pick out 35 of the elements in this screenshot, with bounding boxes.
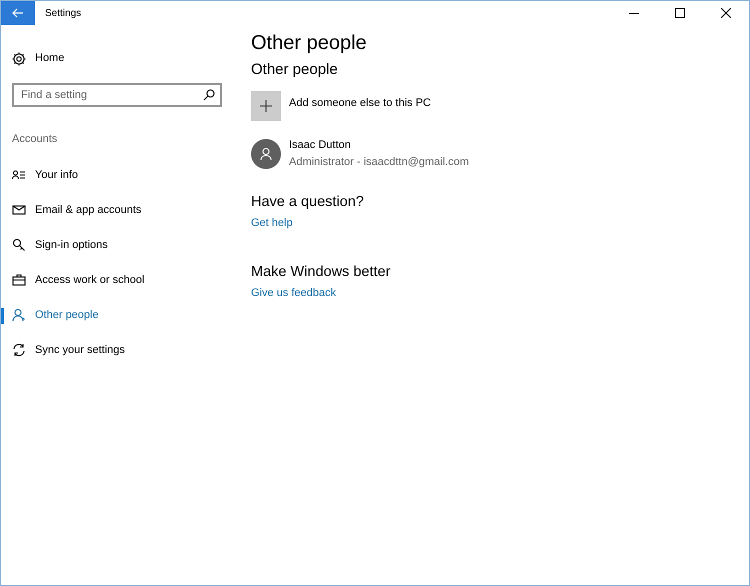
section-heading: Make Windows better — [251, 264, 392, 282]
sidebar-item[interactable]: Access work or school — [1, 262, 150, 298]
window-title: Settings — [45, 6, 82, 20]
back-arrow-icon — [12, 8, 24, 18]
close-icon — [721, 8, 731, 18]
add-label[interactable]: Add someone else to this PC — [289, 91, 431, 112]
sidebar-item[interactable]: Other people — [1, 298, 105, 332]
key-icon — [12, 238, 26, 252]
person-icon — [259, 146, 273, 160]
user-detail: Administrator - isaacdttn@gmail.com — [289, 154, 469, 170]
search-icon — [202, 88, 216, 102]
sidebar-item[interactable]: Email & app accounts — [1, 192, 148, 228]
search-field[interactable]: Find a setting — [12, 83, 222, 107]
back-button[interactable] — [1, 1, 35, 25]
section-heading: Accounts — [12, 132, 58, 147]
avatar[interactable] — [251, 138, 281, 168]
briefcase-icon — [12, 273, 26, 287]
help-link[interactable]: Get help — [251, 217, 293, 230]
page-title: Other people — [251, 31, 368, 55]
person-list-icon — [12, 168, 26, 182]
sidebar-item[interactable]: Sync your settings — [1, 332, 131, 368]
sync-icon — [12, 343, 26, 357]
sidebar-item[interactable]: Sign-in options — [1, 228, 114, 262]
add-button[interactable] — [251, 91, 281, 121]
home-link[interactable]: Home — [1, 41, 70, 76]
user-name: Isaac Dutton — [289, 138, 352, 153]
plus-icon — [259, 99, 273, 113]
person-icon — [12, 308, 26, 322]
feedback-link[interactable]: Give us feedback — [251, 287, 336, 300]
sidebar-item[interactable]: Your info — [1, 158, 84, 192]
gear-icon — [12, 52, 26, 66]
maximize-icon — [675, 8, 685, 18]
section-heading: Have a question? — [251, 194, 365, 212]
mail-icon — [12, 203, 26, 217]
section-title: Other people — [251, 61, 339, 79]
